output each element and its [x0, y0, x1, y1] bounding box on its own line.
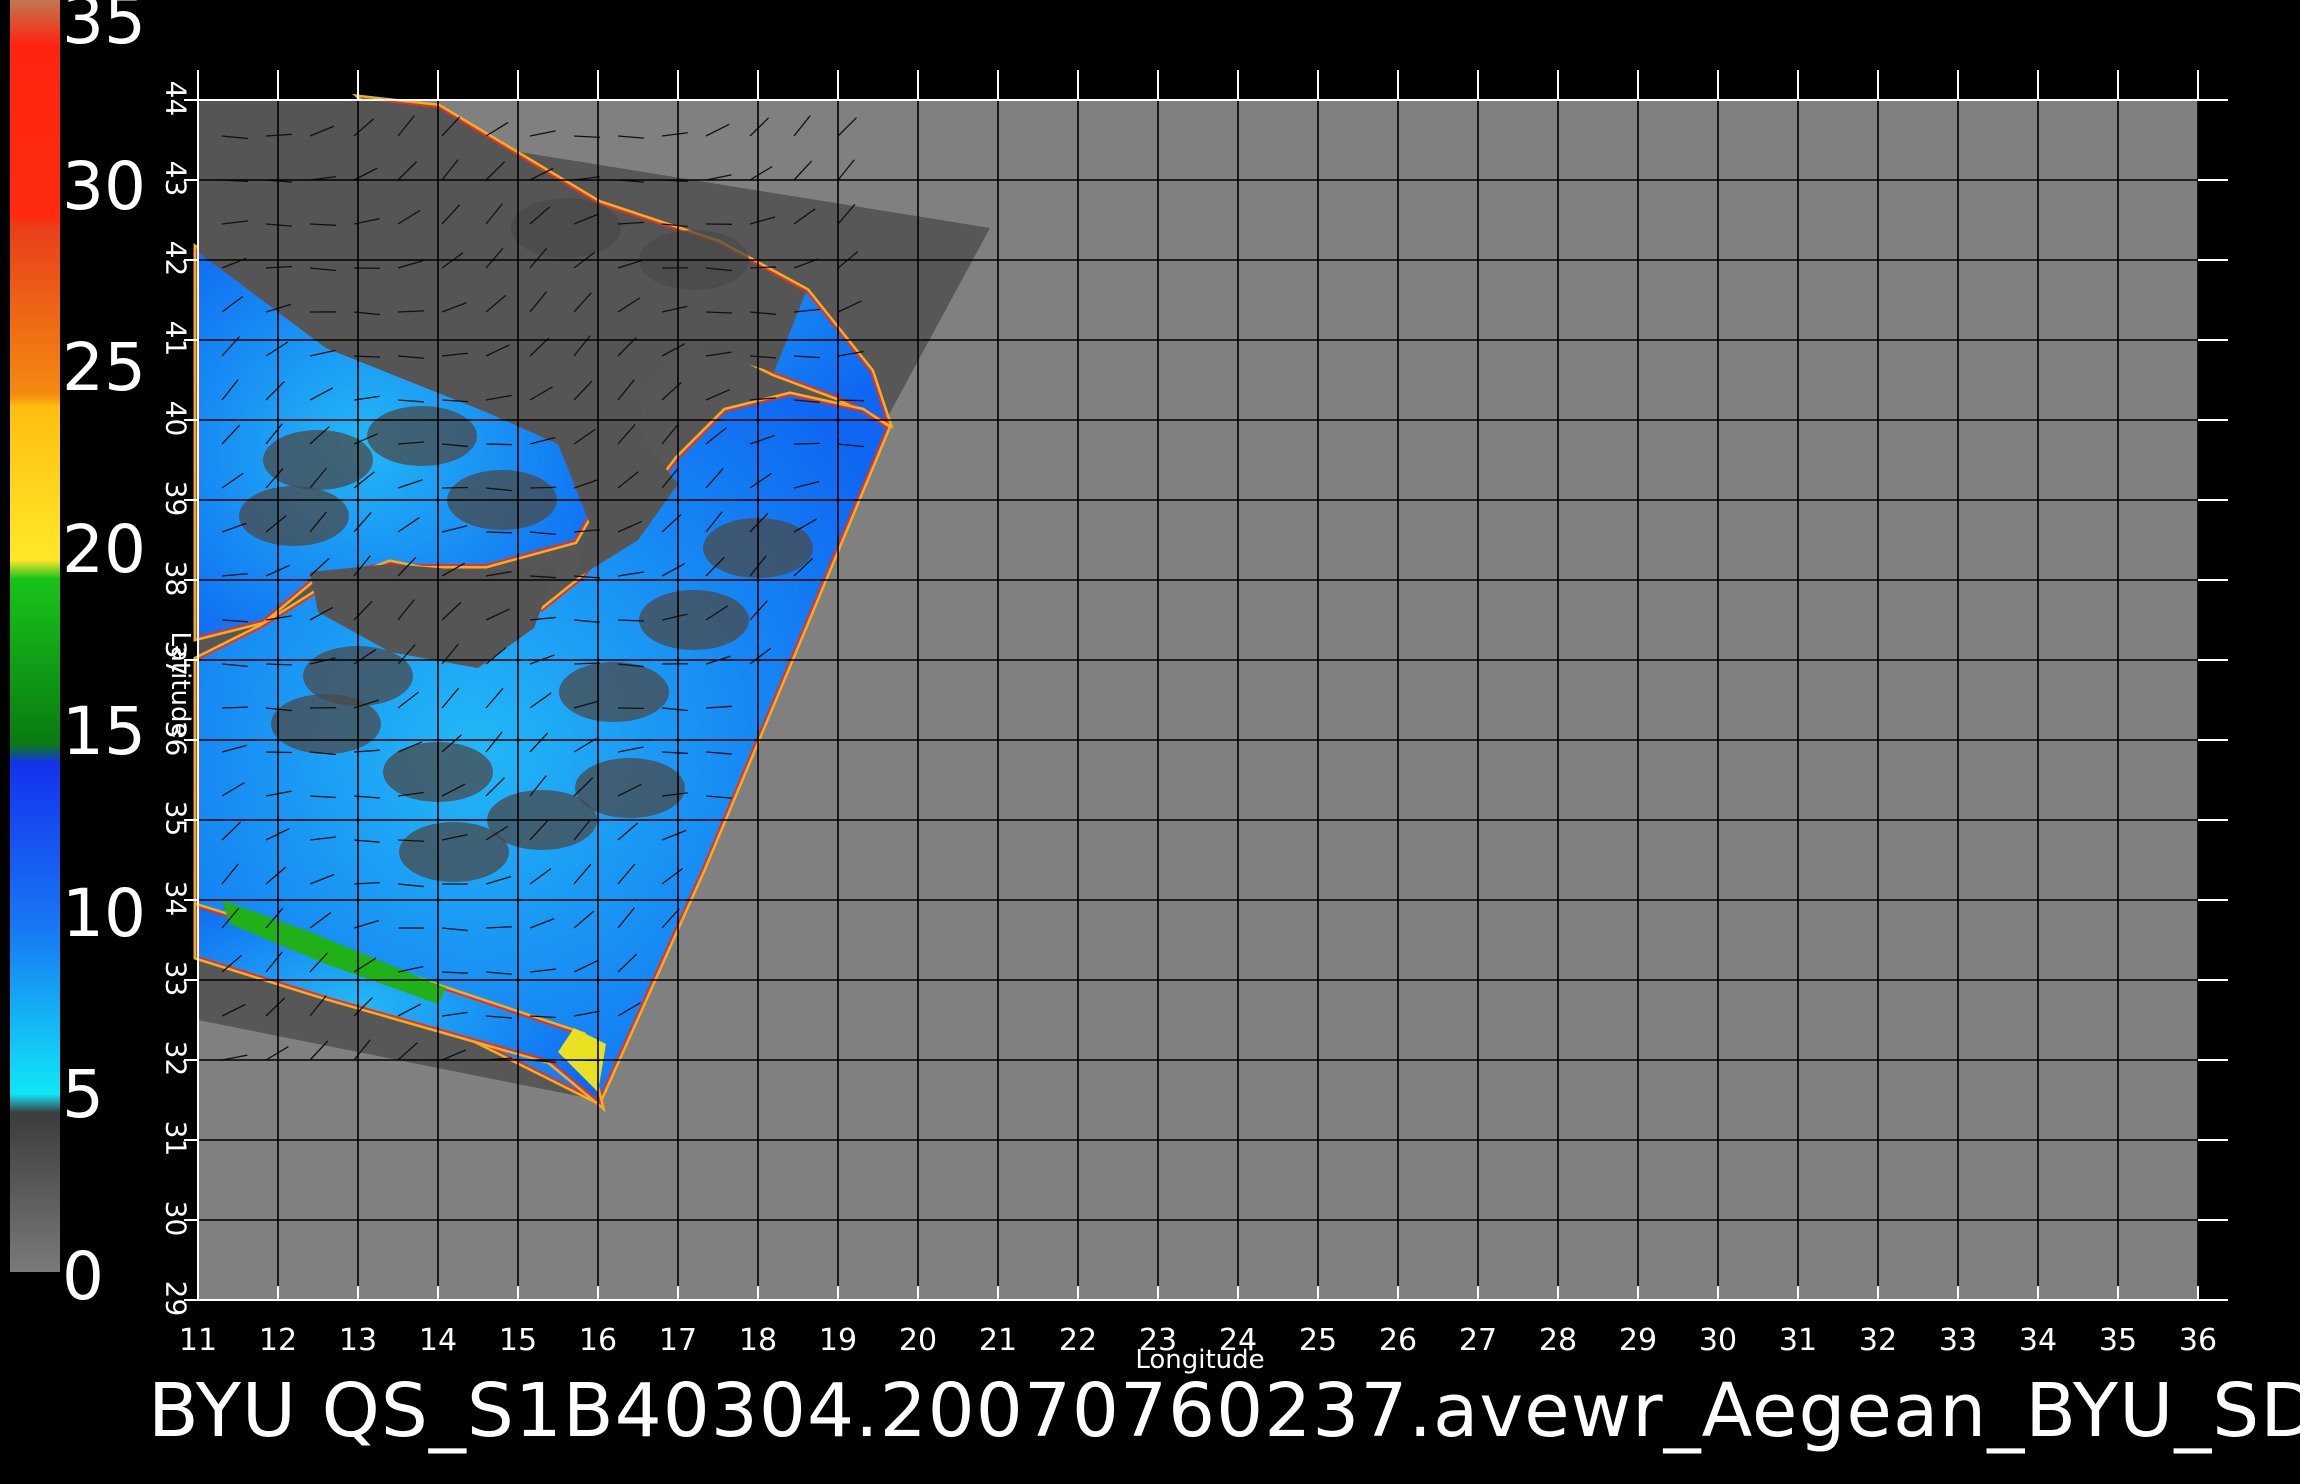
lon-tick-label: 21 — [968, 1323, 1028, 1358]
lon-tick-label: 35 — [2088, 1323, 2148, 1358]
wind-vector — [794, 443, 820, 444]
wind-vector — [222, 707, 248, 708]
lon-tick-label: 12 — [248, 1323, 308, 1358]
low-wind-patch — [367, 406, 477, 466]
lon-tick-label: 31 — [1768, 1323, 1828, 1358]
colorbar-label: 15 — [62, 699, 146, 765]
colorbar-label: 25 — [62, 335, 146, 401]
lon-tick-label: 14 — [408, 1323, 468, 1358]
lat-tick-label: 38 — [160, 549, 193, 609]
lat-tick-label: 34 — [160, 869, 193, 929]
lon-tick-label: 33 — [1928, 1323, 1988, 1358]
lon-tick-label: 19 — [808, 1323, 868, 1358]
wind-vector — [486, 444, 512, 445]
lon-tick-label: 16 — [568, 1323, 628, 1358]
wind-vector — [530, 487, 556, 488]
lon-tick-label: 17 — [648, 1323, 708, 1358]
low-wind-patch — [239, 486, 349, 546]
lat-tick-label: 40 — [160, 389, 193, 449]
lat-tick-label: 32 — [160, 1029, 193, 1089]
lon-tick-label: 28 — [1528, 1323, 1588, 1358]
lon-tick-label: 36 — [2168, 1323, 2228, 1358]
colorbar-label: 30 — [62, 154, 146, 220]
lon-tick-label: 26 — [1368, 1323, 1428, 1358]
wind-vector — [266, 664, 292, 665]
low-wind-patch — [399, 822, 509, 882]
low-wind-patch — [575, 758, 685, 818]
lon-tick-label: 30 — [1688, 1323, 1748, 1358]
low-wind-patch — [511, 198, 621, 258]
low-wind-patch — [263, 430, 373, 490]
lon-tick-label: 27 — [1448, 1323, 1508, 1358]
wind-vector — [486, 532, 512, 533]
lon-tick-label: 13 — [328, 1323, 388, 1358]
lat-tick-label: 44 — [160, 69, 193, 129]
lat-tick-label: 43 — [160, 149, 193, 209]
colorbar — [10, 0, 60, 1272]
lon-tick-label: 18 — [728, 1323, 788, 1358]
colorbar-label: 10 — [62, 881, 146, 947]
colorbar-label: 5 — [62, 1062, 104, 1128]
low-wind-patch — [559, 662, 669, 722]
y-axis-label: Latitude — [165, 605, 195, 765]
figure-caption: BYU QS_S1B40304.20070760237.avewr_Aegean… — [148, 1368, 2300, 1454]
lon-tick-label: 15 — [488, 1323, 548, 1358]
wind-speed-map — [0, 0, 2300, 1480]
lat-tick-label: 41 — [160, 309, 193, 369]
lon-tick-label: 22 — [1048, 1323, 1108, 1358]
lon-tick-label: 20 — [888, 1323, 948, 1358]
low-wind-patch — [639, 590, 749, 650]
colorbar-label: 20 — [62, 517, 146, 583]
lat-tick-label: 42 — [160, 229, 193, 289]
lat-tick-label: 39 — [160, 469, 193, 529]
colorbar-label: 0 — [62, 1244, 104, 1310]
map-figure: 35302520151050 1112131415161718192021222… — [0, 0, 2300, 1480]
lat-tick-label: 31 — [160, 1109, 193, 1169]
lat-tick-label: 29 — [160, 1269, 193, 1329]
wind-vector — [838, 400, 864, 401]
colorbar-label: 35 — [62, 0, 146, 54]
lat-tick-label: 35 — [160, 789, 193, 849]
lon-tick-label: 29 — [1608, 1323, 1668, 1358]
lon-tick-label: 32 — [1848, 1323, 1908, 1358]
lat-tick-label: 33 — [160, 949, 193, 1009]
lat-tick-label: 30 — [160, 1189, 193, 1249]
lon-tick-label: 34 — [2008, 1323, 2068, 1358]
